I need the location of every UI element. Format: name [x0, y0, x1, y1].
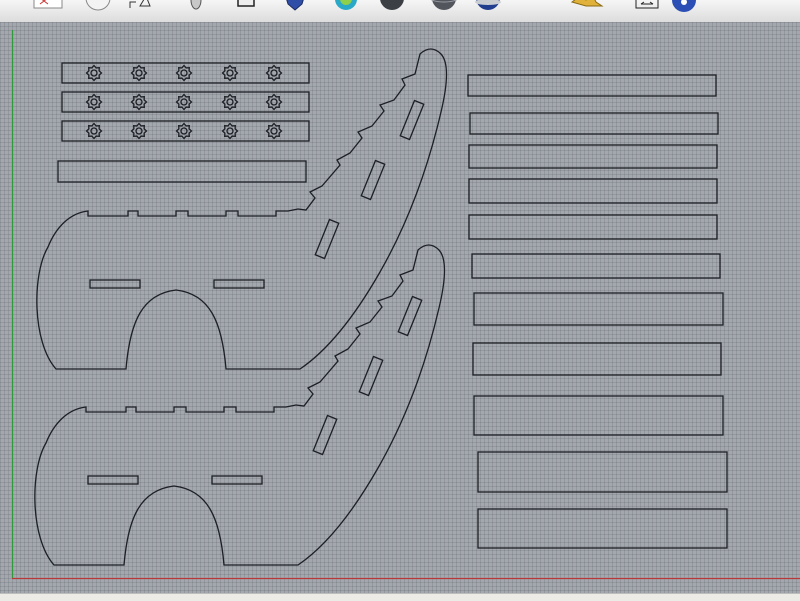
- top-viewport[interactable]: [0, 22, 800, 593]
- gear-cutout: [175, 93, 193, 111]
- gear-hub: [226, 69, 234, 77]
- gear-cutout: [175, 64, 193, 82]
- toolbar: [0, 0, 800, 23]
- gear-hub: [270, 98, 278, 106]
- gear-strip[interactable]: [61, 62, 310, 84]
- gear-hub: [90, 98, 98, 106]
- gear-cutout: [175, 122, 193, 140]
- rectangle-icon[interactable]: [236, 0, 258, 12]
- long-slat[interactable]: [57, 160, 307, 183]
- plank[interactable]: [469, 112, 719, 135]
- gear-hub: [180, 127, 188, 135]
- plank[interactable]: [468, 178, 718, 204]
- plank[interactable]: [473, 292, 724, 326]
- gear-hub: [270, 69, 278, 77]
- plank[interactable]: [477, 508, 728, 549]
- resize-frame-icon[interactable]: [632, 0, 662, 12]
- globe-icon[interactable]: [668, 0, 700, 12]
- render-sphere-icon[interactable]: [424, 0, 464, 12]
- gear-hub: [90, 69, 98, 77]
- gear-hub: [135, 127, 143, 135]
- pin-icon[interactable]: [186, 0, 206, 12]
- gear-cutout: [265, 64, 283, 82]
- gear-cutout: [85, 122, 103, 140]
- gear-strip[interactable]: [61, 91, 310, 113]
- plank[interactable]: [468, 214, 718, 240]
- gear-hub: [135, 98, 143, 106]
- shield-icon[interactable]: [282, 0, 308, 12]
- gear-cutout: [221, 64, 239, 82]
- gear-hub: [270, 127, 278, 135]
- gear-cutout: [221, 122, 239, 140]
- gear-strips: [61, 62, 310, 142]
- chair-side-2[interactable]: [34, 244, 446, 566]
- gear-hub: [226, 98, 234, 106]
- gear-hub: [135, 69, 143, 77]
- gear-star-icon[interactable]: [566, 0, 606, 12]
- plank[interactable]: [471, 253, 721, 279]
- gear-cutout: [130, 93, 148, 111]
- checkbox-icon[interactable]: [30, 0, 70, 12]
- gear-hub: [90, 127, 98, 135]
- gear-cutout: [265, 122, 283, 140]
- gear-cutout: [130, 64, 148, 82]
- drawing-canvas[interactable]: [0, 22, 800, 593]
- plank[interactable]: [477, 451, 728, 493]
- plank[interactable]: [473, 395, 724, 436]
- gear-cutout: [85, 64, 103, 82]
- plank[interactable]: [472, 342, 722, 376]
- gear-hub: [180, 69, 188, 77]
- sphere-icon[interactable]: [378, 0, 406, 12]
- gear-cutout: [221, 93, 239, 111]
- gear-hub: [180, 98, 188, 106]
- gear-hub: [226, 127, 234, 135]
- gear-cutout: [265, 93, 283, 111]
- earth-icon[interactable]: [472, 0, 504, 12]
- gear-cutout: [130, 122, 148, 140]
- plank-list: [467, 74, 728, 549]
- dimension-icon[interactable]: [128, 0, 154, 12]
- plank[interactable]: [467, 74, 717, 97]
- color-wheel-icon[interactable]: [332, 0, 360, 12]
- circle-icon[interactable]: [84, 0, 114, 12]
- plank[interactable]: [468, 144, 718, 169]
- gear-strip[interactable]: [61, 120, 310, 142]
- gear-cutout: [85, 93, 103, 111]
